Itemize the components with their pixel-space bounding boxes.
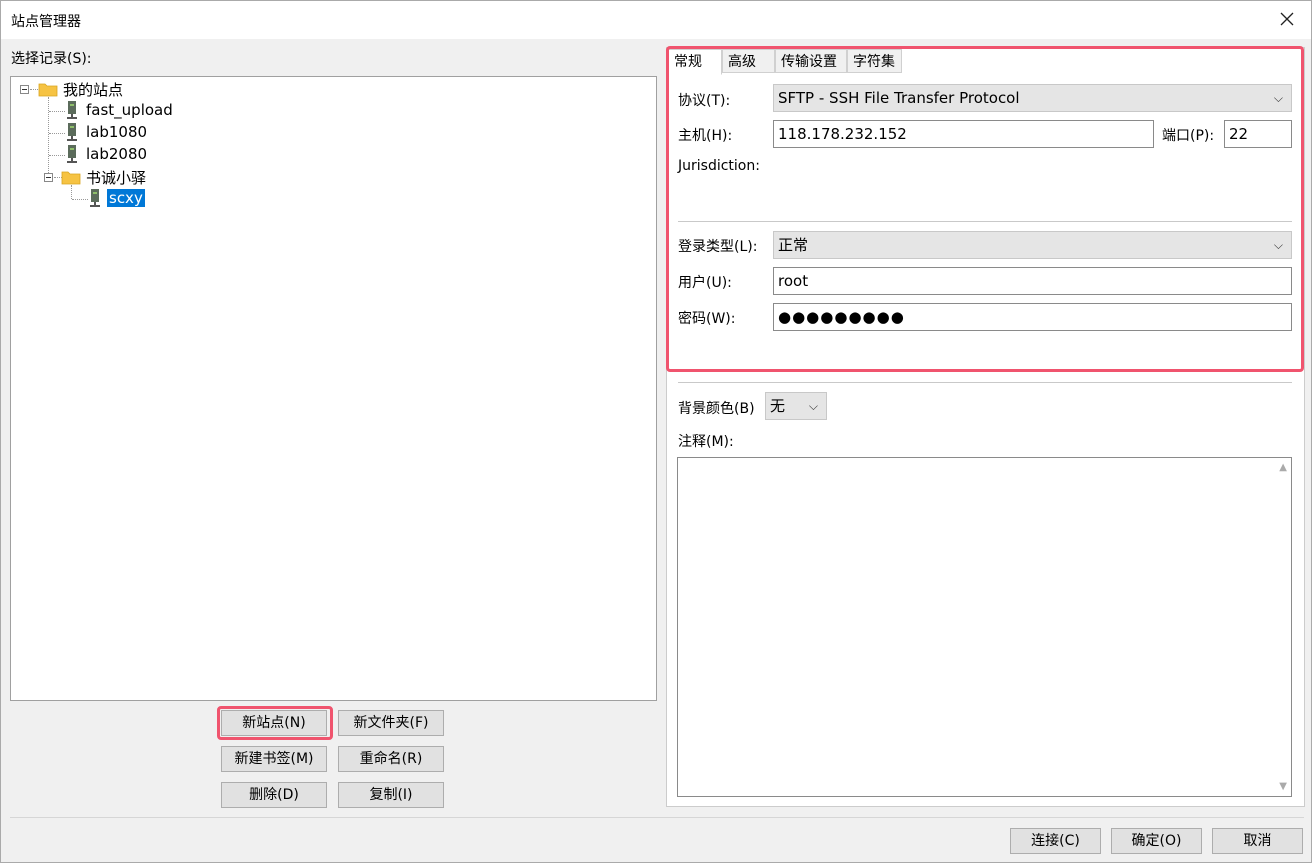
notes-label: 注释(M): <box>678 434 734 450</box>
window-title: 站点管理器 <box>11 14 81 30</box>
rename-button[interactable]: 重命名(R) <box>338 746 444 772</box>
tree-site-item[interactable]: fast_upload <box>86 101 173 119</box>
scroll-up-icon[interactable]: ▲ <box>1279 462 1287 473</box>
divider <box>678 221 1292 222</box>
password-input[interactable]: ●●●●●●●●● <box>773 303 1292 331</box>
tree-root-label[interactable]: 我的站点 <box>63 79 123 100</box>
bgcolor-value: 无 <box>770 397 786 415</box>
tab-transfer-settings[interactable]: 传输设置 <box>775 49 847 73</box>
chevron-down-icon: ⌵ <box>808 399 818 413</box>
bgcolor-select[interactable]: 无 ⌵ <box>765 392 827 420</box>
close-icon[interactable] <box>1275 7 1299 31</box>
user-label: 用户(U): <box>678 275 732 291</box>
new-site-button[interactable]: 新站点(N) <box>221 710 327 736</box>
collapse-icon[interactable] <box>20 85 29 94</box>
port-input[interactable]: 22 <box>1224 120 1292 148</box>
divider <box>10 817 1304 818</box>
new-bookmark-button[interactable]: 新建书签(M) <box>221 746 327 772</box>
server-icon <box>67 101 77 119</box>
tab-advanced[interactable]: 高级 <box>722 49 775 73</box>
host-input[interactable]: 118.178.232.152 <box>773 120 1154 148</box>
site-manager-window: 站点管理器 选择记录(S): 我的站点 fast_upload lab1080 <box>0 0 1312 863</box>
logon-type-label: 登录类型(L): <box>678 239 758 255</box>
tree-site-item-selected[interactable]: scxy <box>107 189 145 207</box>
ok-button[interactable]: 确定(O) <box>1111 828 1202 854</box>
tab-charset[interactable]: 字符集 <box>847 49 902 73</box>
server-icon <box>90 189 100 207</box>
folder-icon <box>38 83 58 97</box>
tree-folder-label[interactable]: 书诚小驿 <box>86 167 146 188</box>
bgcolor-label: 背景颜色(B) <box>678 401 755 417</box>
logon-type-select[interactable]: 正常 ⌵ <box>773 231 1292 259</box>
collapse-icon[interactable] <box>44 173 53 182</box>
host-label: 主机(H): <box>678 128 733 144</box>
user-input[interactable]: root <box>773 267 1292 295</box>
folder-icon <box>61 171 81 185</box>
title-bar: 站点管理器 <box>1 1 1311 39</box>
site-tree[interactable]: 我的站点 fast_upload lab1080 lab2080 书诚小驿 sc… <box>10 76 657 701</box>
connect-button[interactable]: 连接(C) <box>1010 828 1101 854</box>
port-label: 端口(P): <box>1162 128 1215 144</box>
tree-site-item[interactable]: lab2080 <box>86 145 147 163</box>
jurisdiction-label: Jurisdiction: <box>678 158 760 174</box>
protocol-select[interactable]: SFTP - SSH File Transfer Protocol ⌵ <box>773 84 1292 112</box>
new-folder-button[interactable]: 新文件夹(F) <box>338 710 444 736</box>
server-icon <box>67 145 77 163</box>
divider <box>678 382 1292 383</box>
server-icon <box>67 123 77 141</box>
cancel-button[interactable]: 取消 <box>1212 828 1303 854</box>
select-entry-label: 选择记录(S): <box>11 51 92 67</box>
chevron-down-icon: ⌵ <box>1273 238 1283 252</box>
password-label: 密码(W): <box>678 311 736 327</box>
scroll-down-icon[interactable]: ▼ <box>1279 781 1287 792</box>
protocol-label: 协议(T): <box>678 93 731 109</box>
delete-button[interactable]: 删除(D) <box>221 782 327 808</box>
tab-general[interactable]: 常规 <box>668 49 722 75</box>
protocol-value: SFTP - SSH File Transfer Protocol <box>778 89 1020 107</box>
copy-button[interactable]: 复制(I) <box>338 782 444 808</box>
logon-type-value: 正常 <box>778 236 809 254</box>
notes-textarea[interactable]: ▲ ▼ <box>677 457 1292 797</box>
chevron-down-icon: ⌵ <box>1273 91 1283 105</box>
tree-site-item[interactable]: lab1080 <box>86 123 147 141</box>
